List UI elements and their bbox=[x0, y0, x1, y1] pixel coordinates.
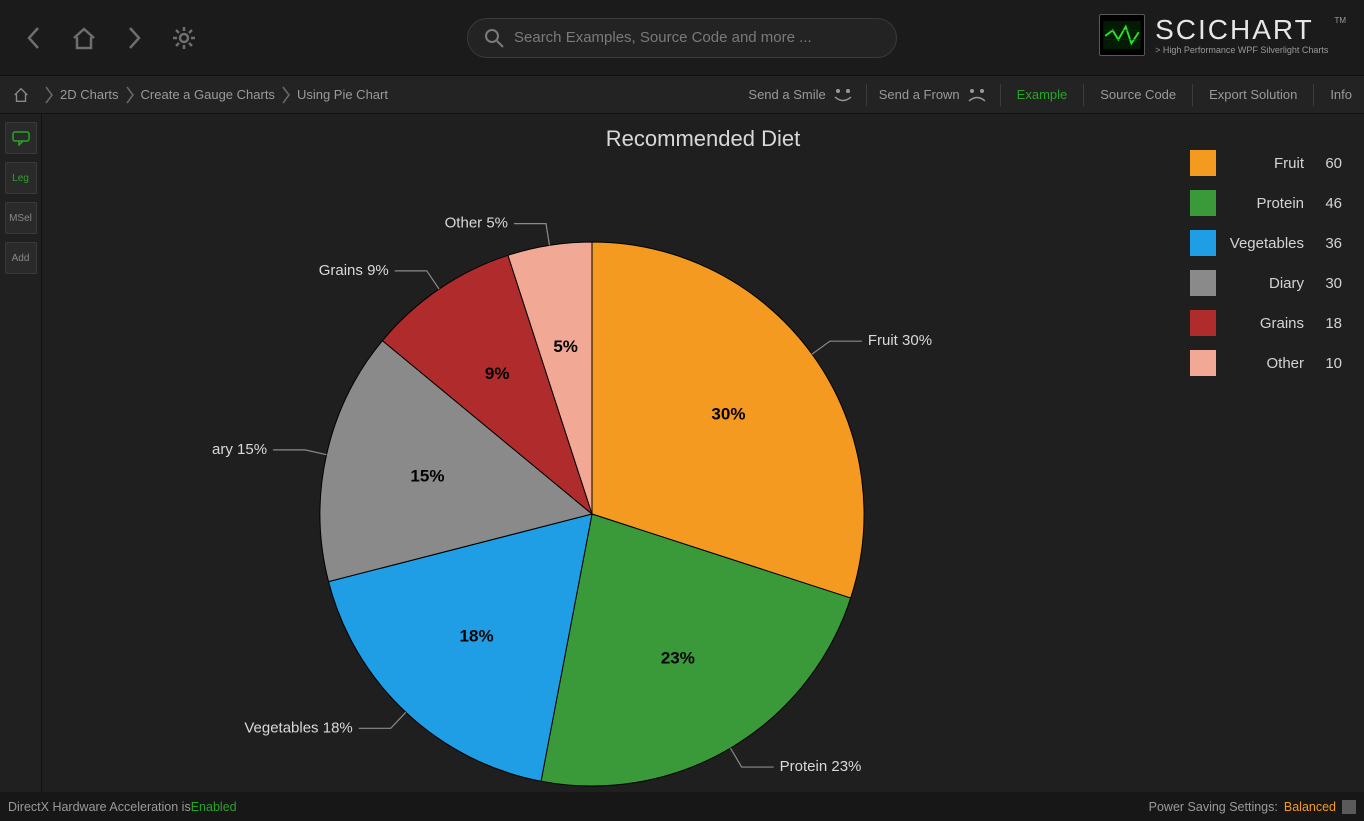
legend-val-other: 10 bbox=[1308, 355, 1342, 372]
annotation-icon bbox=[11, 130, 31, 146]
search-input-wrap[interactable] bbox=[467, 18, 897, 58]
brand-tagline: > High Performance WPF Silverlight Chart… bbox=[1155, 46, 1328, 55]
slice-label-protein: Protein 23% bbox=[780, 758, 862, 775]
legend-val-fruit: 60 bbox=[1308, 155, 1342, 172]
nav-icon-group bbox=[20, 24, 198, 52]
slice-pct-other: 5% bbox=[553, 337, 578, 356]
leader-other bbox=[514, 224, 549, 246]
brand-mark-icon bbox=[1099, 14, 1145, 56]
breadcrumb-home-icon[interactable] bbox=[12, 86, 30, 104]
tab-info[interactable]: Info bbox=[1326, 87, 1356, 102]
legend-val-protein: 46 bbox=[1308, 195, 1342, 212]
forward-icon[interactable] bbox=[120, 24, 148, 52]
tab-example[interactable]: Example bbox=[1013, 87, 1072, 102]
legend-name-grains: Grains bbox=[1216, 315, 1308, 332]
legend-swatch-diary bbox=[1190, 270, 1216, 296]
slice-pct-grains: 9% bbox=[485, 364, 510, 383]
slice-label-diary: Diary 15% bbox=[212, 441, 267, 458]
leader-grains bbox=[395, 271, 439, 289]
home-icon[interactable] bbox=[70, 24, 98, 52]
chart-canvas: Recommended Diet 30% Fruit 30% 23% Protein … bbox=[42, 114, 1364, 792]
send-smile-button[interactable]: Send a Smile bbox=[748, 86, 853, 104]
tool-multiselect[interactable]: MSel bbox=[5, 202, 37, 234]
legend-val-diary: 30 bbox=[1308, 275, 1342, 292]
tool-add[interactable]: Add bbox=[5, 242, 37, 274]
breadcrumb-3[interactable]: Using Pie Chart bbox=[297, 87, 388, 102]
status-power-prefix: Power Saving Settings: bbox=[1149, 800, 1278, 814]
divider bbox=[1000, 84, 1001, 106]
secondary-bar-right: Send a Smile Send a Frown Example Source… bbox=[748, 84, 1356, 106]
slice-pct-protein: 23% bbox=[661, 649, 695, 668]
chart-title: Recommended Diet bbox=[42, 126, 1364, 152]
breadcrumb-2[interactable]: Create a Gauge Charts bbox=[141, 87, 275, 102]
search-icon bbox=[484, 28, 504, 48]
legend-name-diary: Diary bbox=[1216, 275, 1308, 292]
back-icon[interactable] bbox=[20, 24, 48, 52]
brand-text: SCICHART > High Performance WPF Silverli… bbox=[1155, 16, 1328, 55]
legend-val-vegetables: 36 bbox=[1308, 235, 1342, 252]
legend-val-grains: 18 bbox=[1308, 315, 1342, 332]
leader-diary bbox=[273, 450, 326, 455]
search-input[interactable] bbox=[514, 29, 880, 46]
legend-name-protein: Protein bbox=[1216, 195, 1308, 212]
tab-source-code[interactable]: Source Code bbox=[1096, 87, 1180, 102]
pie-chart: 30% Fruit 30% 23% Protein 23% 18% Vegetables … bbox=[212, 184, 972, 804]
slice-label-other: Other 5% bbox=[445, 215, 508, 232]
send-smile-label: Send a Smile bbox=[748, 87, 825, 102]
gear-icon[interactable] bbox=[170, 24, 198, 52]
send-frown-label: Send a Frown bbox=[879, 87, 960, 102]
legend-swatch-protein bbox=[1190, 190, 1216, 216]
legend-swatch-fruit bbox=[1190, 150, 1216, 176]
search-container bbox=[467, 18, 897, 58]
slice-pct-diary: 15% bbox=[410, 467, 444, 486]
frown-icon bbox=[966, 86, 988, 104]
secondary-bar: 2D Charts Create a Gauge Charts Using Pi… bbox=[0, 76, 1364, 114]
legend-name-fruit: Fruit bbox=[1216, 155, 1308, 172]
divider bbox=[866, 84, 867, 106]
brand-name: SCICHART bbox=[1155, 16, 1328, 44]
smile-icon bbox=[832, 86, 854, 104]
legend-name-other: Other bbox=[1216, 355, 1308, 372]
legend-swatch-grains bbox=[1190, 310, 1216, 336]
divider bbox=[1083, 84, 1084, 106]
chevron-right-icon bbox=[125, 83, 135, 107]
status-dx-state: Enabled bbox=[191, 800, 237, 814]
top-toolbar: SCICHART > High Performance WPF Silverli… bbox=[0, 0, 1364, 76]
chart-legend: Fruit 60 Protein 46 Vegetables 36 Diary … bbox=[1190, 150, 1342, 376]
send-frown-button[interactable]: Send a Frown bbox=[879, 86, 988, 104]
chevron-right-icon bbox=[281, 83, 291, 107]
status-bar: DirectX Hardware Acceleration is Enabled… bbox=[0, 792, 1364, 821]
tab-export-solution[interactable]: Export Solution bbox=[1205, 87, 1301, 102]
tool-legend[interactable]: Leg bbox=[5, 162, 37, 194]
tool-annotation[interactable] bbox=[5, 122, 37, 154]
legend-name-vegetables: Vegetables bbox=[1216, 235, 1308, 252]
divider bbox=[1313, 84, 1314, 106]
leader-protein bbox=[730, 748, 773, 767]
legend-swatch-other bbox=[1190, 350, 1216, 376]
slice-pct-fruit: 30% bbox=[711, 404, 745, 423]
legend-swatch-vegetables bbox=[1190, 230, 1216, 256]
status-right: Power Saving Settings: Balanced bbox=[1149, 800, 1356, 814]
left-tool-panel: Leg MSel Add bbox=[0, 114, 42, 792]
slice-label-fruit: Fruit 30% bbox=[868, 332, 932, 349]
main-area: Leg MSel Add Recommended Diet 30% Fruit 3… bbox=[0, 114, 1364, 792]
brand-trademark: TM bbox=[1334, 16, 1346, 25]
status-dx-prefix: DirectX Hardware Acceleration is bbox=[8, 800, 191, 814]
chevron-right-icon bbox=[44, 83, 54, 107]
leader-fruit bbox=[812, 341, 862, 354]
slice-pct-vegetables: 18% bbox=[460, 626, 494, 645]
brand-logo-area: SCICHART > High Performance WPF Silverli… bbox=[1099, 14, 1346, 56]
status-power-state: Balanced bbox=[1284, 800, 1336, 814]
slice-label-grains: Grains 9% bbox=[319, 262, 389, 279]
slice-label-vegetables: Vegetables 18% bbox=[244, 719, 352, 736]
breadcrumb-1[interactable]: 2D Charts bbox=[60, 87, 119, 102]
divider bbox=[1192, 84, 1193, 106]
power-indicator-icon[interactable] bbox=[1342, 800, 1356, 814]
leader-vegetables bbox=[359, 712, 406, 728]
